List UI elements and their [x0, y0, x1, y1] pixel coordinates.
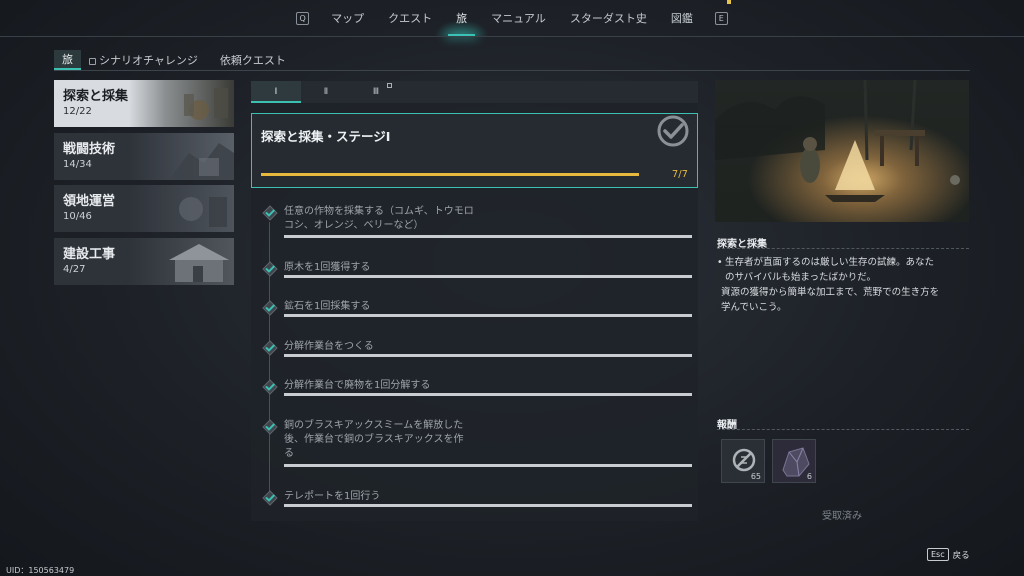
reward-count: 65 — [750, 472, 761, 481]
subtab-divider — [54, 70, 970, 71]
stage-card: 探索と採集・ステージⅠ 7/7 — [251, 113, 698, 188]
check-diamond-icon — [262, 205, 278, 221]
check-diamond-icon — [262, 261, 278, 277]
task-progress-bar — [284, 275, 692, 278]
nav-tab-map[interactable]: マップ — [319, 0, 376, 36]
nav-tab-manual[interactable]: マニュアル — [479, 0, 558, 36]
category-construction[interactable]: 建設工事 4/27 — [54, 238, 234, 285]
task-item: 分解作業台で廃物を1回分解する — [262, 379, 692, 399]
back-label: 戻る — [952, 550, 970, 561]
task-text: 任意の作物を採集する（コムギ、トウモロ — [284, 206, 474, 217]
task-progress-bar — [284, 314, 692, 317]
uid-text: UID：150563479 — [6, 566, 75, 575]
subtab-journey[interactable]: 旅 — [54, 50, 81, 70]
stage-tab-1[interactable]: Ⅰ — [251, 81, 301, 103]
category-thumbnail — [129, 185, 234, 232]
received-status: 受取済み — [822, 511, 862, 522]
task-text: 原木を1回獲得する — [284, 262, 371, 273]
stage-tab-2[interactable]: Ⅱ — [301, 81, 351, 103]
lock-icon — [89, 57, 96, 65]
stage-progress-text: 7/7 — [671, 169, 688, 180]
task-item: 任意の作物を採集する（コムギ、トウモロ コシ、オレンジ、ベリーなど） — [262, 205, 692, 245]
stage-title: 探索と採集・ステージⅠ — [261, 129, 391, 144]
task-text: 後、作業台で銅のブラスキアックスを作 — [284, 434, 464, 445]
task-item: 原木を1回獲得する — [262, 261, 692, 281]
category-count: 10/46 — [63, 211, 92, 222]
category-name: 戦闘技術 — [63, 142, 116, 157]
task-progress-bar — [284, 393, 692, 396]
task-text: 分解作業台をつくる — [284, 341, 374, 352]
category-count: 14/34 — [63, 159, 92, 170]
task-text: 分解作業台で廃物を1回分解する — [284, 380, 431, 391]
task-progress-bar — [284, 235, 692, 238]
category-exploration[interactable]: 探索と採集 12/22 — [54, 80, 234, 127]
esc-key-hint: Esc — [927, 548, 949, 561]
subtab-scenario-challenge[interactable]: シナリオチャレンジ — [81, 50, 206, 70]
task-text: テレポートを1回行う — [284, 491, 381, 502]
task-item: テレポートを1回行う — [262, 490, 692, 510]
back-button[interactable]: Esc 戻る — [927, 548, 970, 561]
rewards-divider — [717, 429, 969, 430]
category-name: 探索と採集 — [63, 89, 129, 104]
check-diamond-icon — [262, 490, 278, 506]
detail-divider — [717, 248, 969, 249]
top-nav: Q マップ クエスト 旅 マニュアル スターダスト史 図鑑 E — [0, 0, 1024, 36]
task-item: 銅のブラスキアックスミームを解放した 後、作業台で銅のブラスキアックスを作 る — [262, 419, 692, 469]
task-progress-bar — [284, 354, 692, 357]
stage-tab-3[interactable]: Ⅲ — [351, 81, 401, 103]
task-text: る — [284, 448, 294, 459]
e-key-hint[interactable]: E — [714, 11, 728, 25]
q-key-hint[interactable]: Q — [296, 11, 310, 25]
task-text: 鉱石を1回採集する — [284, 301, 371, 312]
task-text: 銅のブラスキアックスミームを解放した — [284, 420, 464, 431]
category-territory[interactable]: 領地運営 10/46 — [54, 185, 234, 232]
subtab-request-quest[interactable]: 依頼クエスト — [212, 50, 294, 70]
category-name: 建設工事 — [63, 247, 116, 262]
campfire-artwork — [715, 80, 969, 222]
category-thumbnail — [129, 238, 234, 285]
detail-description: 生存者が直面するのは厳しい生存の試練。あなた のサバイバルも始まったばかりだ。 … — [717, 255, 969, 315]
category-count: 4/27 — [63, 264, 86, 275]
task-item: 鉱石を1回採集する — [262, 300, 692, 320]
nav-tab-journey[interactable]: 旅 — [434, 0, 490, 36]
nav-tab-encyclopedia[interactable]: 図鑑 — [659, 0, 705, 36]
check-diamond-icon — [262, 340, 278, 356]
lock-icon — [387, 83, 392, 88]
stage-tabs: Ⅰ Ⅱ Ⅲ — [251, 81, 698, 103]
sub-tabs: 旅 シナリオチャレンジ 依頼クエスト — [54, 50, 294, 70]
check-diamond-icon — [262, 379, 278, 395]
category-count: 12/22 — [63, 106, 92, 117]
reward-item[interactable]: 65 — [721, 439, 765, 483]
task-progress-bar — [284, 504, 692, 507]
completed-check-icon — [657, 115, 689, 147]
stage-progress-bar — [261, 173, 639, 176]
task-text: コシ、オレンジ、ベリーなど） — [284, 220, 424, 231]
reward-count: 6 — [806, 472, 812, 481]
nav-divider — [0, 36, 1024, 37]
category-combat[interactable]: 戦闘技術 14/34 — [54, 133, 234, 180]
category-thumbnail — [129, 80, 234, 127]
notification-marker — [727, 0, 731, 4]
nav-tab-stardust-history[interactable]: スターダスト史 — [558, 0, 659, 36]
check-diamond-icon — [262, 300, 278, 316]
reward-item[interactable]: 6 — [772, 439, 816, 483]
task-item: 分解作業台をつくる — [262, 340, 692, 360]
category-name: 領地運営 — [63, 194, 116, 209]
task-progress-bar — [284, 464, 692, 467]
check-diamond-icon — [262, 419, 278, 435]
category-thumbnail — [129, 133, 234, 180]
